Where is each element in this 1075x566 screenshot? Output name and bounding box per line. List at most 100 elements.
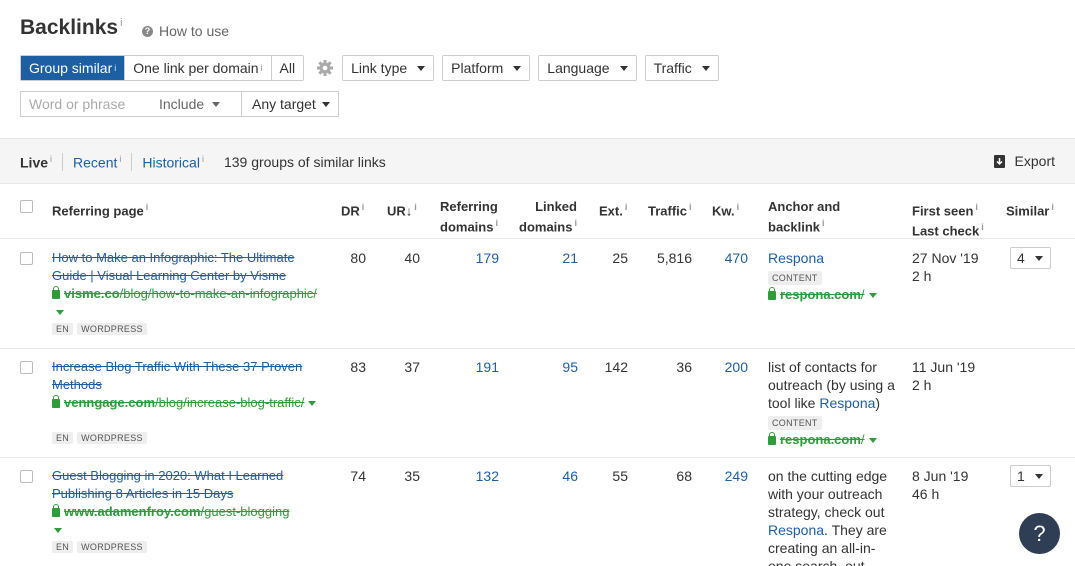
col-linked-domains[interactable]: Linked domains i (519, 199, 577, 235)
caret-down-icon (513, 65, 522, 71)
referring-domains-link[interactable]: 132 (440, 467, 499, 485)
row-checkbox[interactable] (20, 470, 33, 483)
platform-badge: WORDPRESS (77, 541, 147, 553)
first-seen: 11 Jun '19 (912, 359, 976, 375)
keywords-link[interactable]: 200 (704, 358, 748, 376)
content-badge: CONTENT (768, 271, 822, 285)
referring-domains-link[interactable]: 179 (440, 249, 499, 267)
tab-recent[interactable]: Recent i (73, 154, 121, 171)
last-check: 2 h (912, 377, 932, 393)
referring-url[interactable]: venngage.com/blog/increase-blog-traffic/ (52, 394, 324, 412)
table-row: How to Make an Infographic: The Ultimate… (0, 240, 1075, 349)
referring-page-link[interactable]: How to Make an Infographic: The Ultimate… (52, 249, 322, 285)
similar-dropdown[interactable]: 4 (1010, 247, 1051, 269)
page-badges: EN WORDPRESS (52, 541, 147, 553)
anchor-cell: Respona CONTENT respona.com/ (768, 249, 898, 304)
all-option[interactable]: All (272, 56, 304, 80)
traffic-value: 36 (676, 359, 692, 375)
col-anchor-backlink[interactable]: Anchor and backlink i (768, 199, 840, 235)
one-link-per-domain-option[interactable]: One link per domain i (125, 56, 272, 80)
platform-badge: WORDPRESS (77, 432, 147, 444)
platform-dropdown[interactable]: Platform (442, 55, 531, 81)
anchor-link[interactable]: Respona (768, 522, 824, 538)
link-type-dropdown[interactable]: Link type (342, 55, 435, 81)
col-dr[interactable]: DR i (341, 199, 364, 219)
lock-icon (52, 395, 60, 408)
include-dropdown[interactable]: Include (159, 96, 221, 112)
caret-down-icon (321, 101, 330, 107)
col-similar[interactable]: Similar i (1006, 199, 1054, 219)
platform-badge: WORDPRESS (77, 323, 147, 335)
dr-value: 80 (350, 250, 366, 266)
dr-value: 74 (350, 468, 366, 484)
col-traffic[interactable]: Traffic i (648, 199, 692, 219)
caret-down-icon (1034, 473, 1043, 479)
group-similar-option[interactable]: Group similar i (21, 56, 126, 80)
ext-value: 55 (612, 468, 628, 484)
gear-icon[interactable] (316, 59, 334, 77)
tab-bar: Live i Recent i Historical i 139 groups of … (0, 138, 1075, 184)
last-check: 2 h (912, 268, 932, 284)
traffic-value: 5,816 (656, 250, 692, 266)
col-ext[interactable]: Ext. i (599, 199, 627, 219)
page-title: Backlinks i (20, 16, 123, 39)
keywords-link[interactable]: 249 (704, 467, 748, 485)
caret-down-icon (212, 101, 221, 107)
page-badges: EN WORDPRESS (52, 432, 147, 444)
dr-value: 83 (350, 359, 366, 375)
referring-page-link[interactable]: Increase Blog Traffic With These 37 Prov… (52, 358, 322, 394)
export-button[interactable]: Export (993, 153, 1055, 169)
info-icon[interactable]: i (120, 17, 122, 29)
lock-icon (768, 432, 776, 445)
anchor-link[interactable]: Respona (819, 395, 875, 411)
target-dropdown[interactable]: Any target (241, 91, 339, 117)
anchor-cell: list of contacts for outreach (by using … (768, 359, 895, 447)
linked-domains-link[interactable]: 21 (520, 249, 578, 267)
tab-historical[interactable]: Historical i (142, 154, 204, 171)
anchor-link[interactable]: Respona (768, 250, 824, 266)
similar-dropdown[interactable]: 1 (1010, 465, 1051, 487)
caret-down-icon[interactable] (868, 293, 877, 298)
download-icon (993, 154, 1005, 168)
language-dropdown[interactable]: Language (538, 55, 637, 81)
divider (62, 153, 64, 171)
col-kw[interactable]: Kw. i (712, 199, 739, 219)
filter-row: Group similar i One link per domain i All … (20, 55, 719, 81)
first-seen: 8 Jun '19 (912, 468, 969, 484)
referring-url[interactable]: visme.co/blog/how-to-make-an-infographic… (52, 285, 324, 321)
tab-live[interactable]: Live i (20, 154, 52, 171)
select-all-checkbox[interactable] (20, 200, 33, 213)
search-input[interactable] (29, 96, 159, 112)
table-row: Guest Blogging in 2020: What I Learned P… (0, 458, 1075, 566)
traffic-dropdown[interactable]: Traffic (644, 55, 719, 81)
linked-domains-link[interactable]: 95 (520, 358, 578, 376)
table-header: Referring page i DR i UR↓ i Referring domain… (0, 185, 1075, 239)
caret-down-icon (1034, 255, 1043, 261)
lock-icon (768, 287, 776, 300)
help-button[interactable]: ? (1019, 513, 1060, 554)
caret-down-icon (619, 65, 628, 71)
ur-value: 37 (404, 359, 420, 375)
row-checkbox[interactable] (20, 361, 33, 374)
traffic-value: 68 (676, 468, 692, 484)
col-referring-domains[interactable]: Referring domains i (440, 199, 498, 235)
caret-down-icon[interactable] (868, 438, 877, 443)
content-badge: CONTENT (768, 416, 822, 430)
caret-down-icon[interactable] (54, 528, 62, 533)
linked-domains-link[interactable]: 46 (520, 467, 578, 485)
caret-down-icon[interactable] (56, 310, 64, 315)
referring-url[interactable]: www.adamenfroy.com/guest-blogging (52, 503, 324, 539)
how-to-use-link[interactable]: ? How to use (142, 23, 229, 39)
backlink-url[interactable]: respona.com/ (780, 432, 865, 447)
referring-page-link[interactable]: Guest Blogging in 2020: What I Learned P… (52, 467, 322, 503)
backlink-url[interactable]: respona.com/ (780, 287, 865, 302)
language-badge: EN (52, 541, 74, 553)
ext-value: 25 (612, 250, 628, 266)
row-checkbox[interactable] (20, 252, 33, 265)
col-ur[interactable]: UR↓ i (387, 199, 417, 219)
keywords-link[interactable]: 470 (704, 249, 748, 267)
caret-down-icon[interactable] (308, 401, 317, 406)
col-first-seen[interactable]: First seen i Last check i (912, 199, 984, 240)
col-referring-page[interactable]: Referring page i (52, 199, 148, 219)
referring-domains-link[interactable]: 191 (440, 358, 499, 376)
